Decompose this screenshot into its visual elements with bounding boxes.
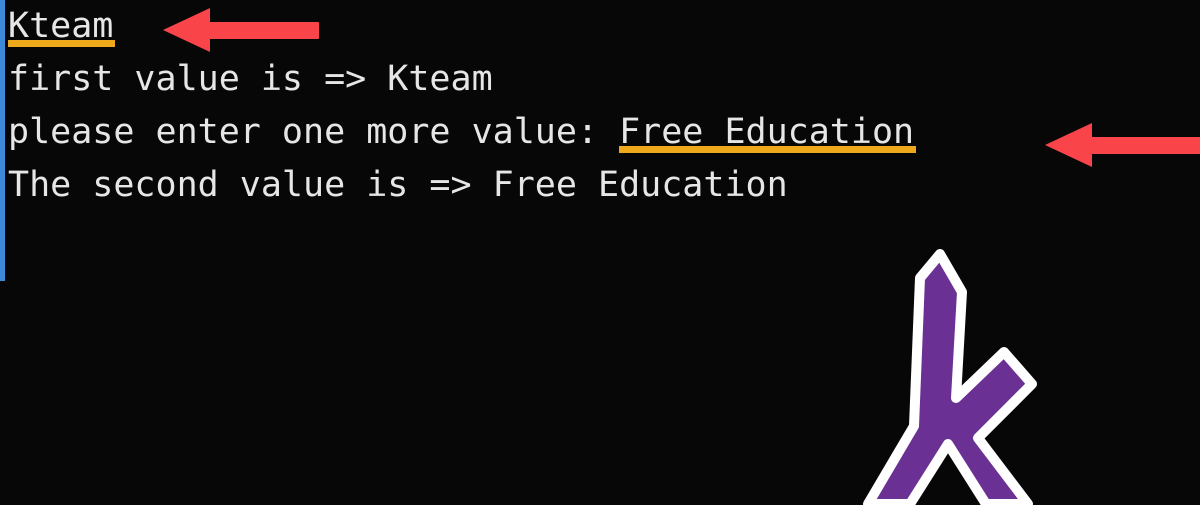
- arrow-head-icon: [163, 8, 210, 52]
- annotation-arrow-first-input: [163, 8, 319, 52]
- user-input-value-2: Free Education: [619, 106, 917, 159]
- terminal-line-4: The second value is => Free Education: [8, 159, 1188, 212]
- left-margin-bar: [0, 0, 5, 281]
- arrow-shaft: [1089, 137, 1200, 154]
- user-input-value-1: Kteam: [8, 0, 116, 53]
- kteam-logo-icon: [852, 248, 1052, 505]
- output-text-4: The second value is => Free Education: [8, 165, 788, 205]
- arrow-head-icon: [1045, 123, 1092, 167]
- annotation-arrow-second-input: [1045, 123, 1200, 167]
- arrow-shaft: [207, 22, 319, 39]
- terminal-window: Kteam first value is => Kteam please ent…: [0, 0, 1200, 505]
- output-text-2: first value is => Kteam: [8, 59, 493, 99]
- terminal-line-3: please enter one more value: Free Educat…: [8, 106, 1188, 159]
- prompt-text-3: please enter one more value:: [8, 112, 620, 152]
- terminal-line-2: first value is => Kteam: [8, 53, 1188, 106]
